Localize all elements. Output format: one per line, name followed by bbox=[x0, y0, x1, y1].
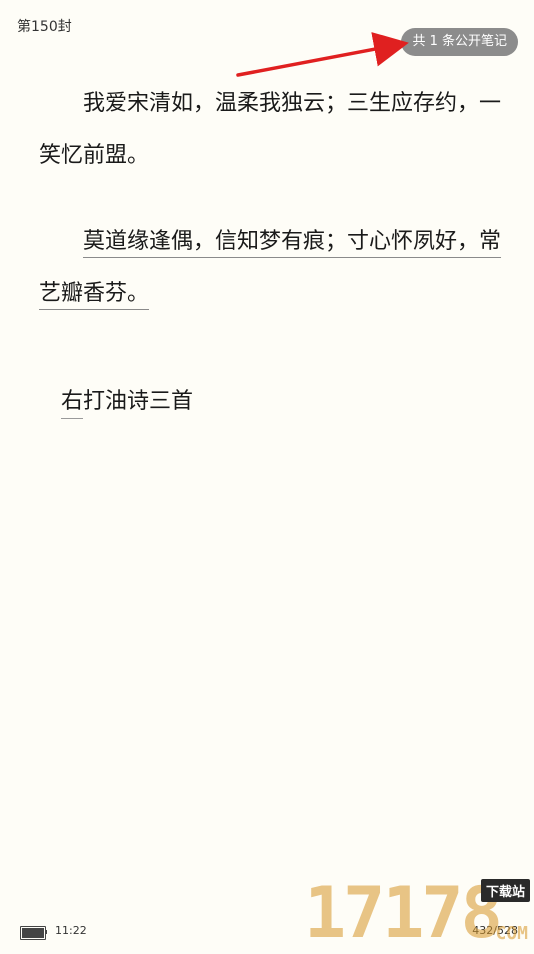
battery-tip bbox=[45, 930, 47, 934]
battery-icon bbox=[20, 926, 46, 940]
signature-first-char[interactable]: 右 bbox=[61, 389, 84, 419]
watermark-tag: 下载站 bbox=[480, 879, 530, 902]
clock: 11:22 bbox=[55, 924, 87, 937]
poem-paragraph-1: 我爱宋清如，温柔我独云；三生应存约，一笑忆前盟。 bbox=[39, 91, 502, 168]
signature-line: 右打油诗三首 bbox=[61, 385, 193, 419]
poem-paragraph-2: 莫道缘逢偶，信知梦有痕；寸心怀夙好，常艺瓣香芬。 bbox=[39, 216, 501, 320]
public-notes-button[interactable]: 共 1 条公开笔记 bbox=[401, 28, 518, 56]
underlined-highlight[interactable]: 莫道缘逢偶，信知梦有痕；寸心怀夙好，常艺瓣香芬。 bbox=[39, 229, 501, 306]
status-bar: 11:22 432/528 bbox=[0, 920, 534, 950]
chapter-title: 第150封 bbox=[17, 19, 72, 35]
page-number: 432/528 bbox=[472, 924, 518, 937]
signature-text: 打油诗三首 bbox=[83, 389, 194, 414]
annotation-arrow bbox=[236, 32, 409, 77]
